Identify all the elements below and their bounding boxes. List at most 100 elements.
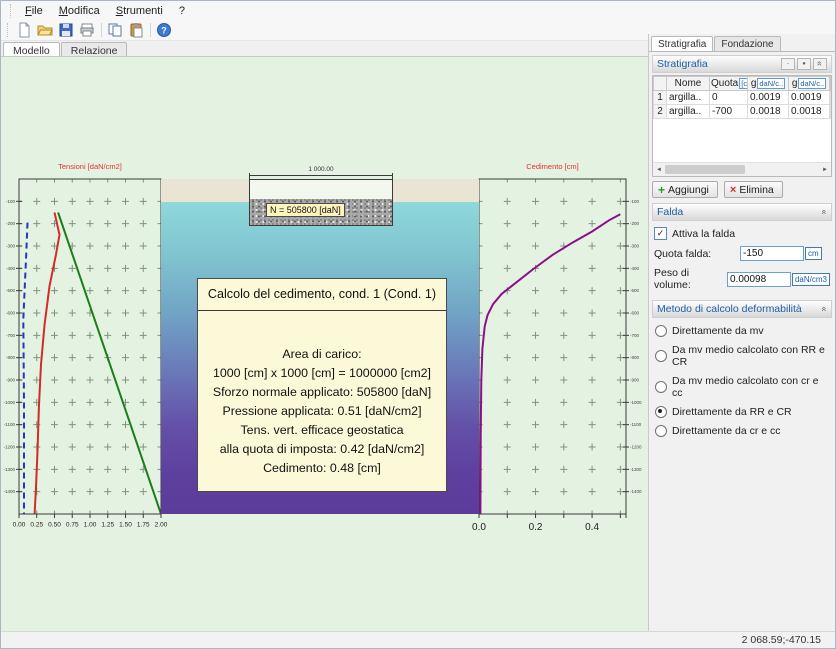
side-panel-body: Stratigrafia - ● « NomeQuota[cm]gdaN/c..… bbox=[649, 51, 835, 437]
dash-icon: - bbox=[787, 61, 789, 67]
cursor-coordinates: 2 068.59;-470.15 bbox=[742, 634, 821, 646]
table-cell[interactable]: 0.0018 bbox=[748, 105, 789, 119]
stratigrafia-table-area: NomeQuota[cm]gdaN/c..gdaN/c..OCR1argilla… bbox=[652, 75, 832, 177]
svg-text:0.0: 0.0 bbox=[472, 522, 486, 533]
svg-text:-1200: -1200 bbox=[3, 445, 15, 450]
svg-text:-1400: -1400 bbox=[630, 489, 642, 494]
column-header[interactable]: Quota[cm] bbox=[710, 77, 748, 91]
column-header[interactable]: Nome bbox=[667, 77, 710, 91]
peso-volume-unit: daN/cm3 bbox=[792, 273, 830, 286]
table-cell[interactable]: argilla.. bbox=[667, 91, 710, 105]
help-button[interactable]: ? bbox=[154, 21, 175, 40]
table-cell[interactable]: 0.0018 bbox=[789, 105, 830, 119]
svg-text:-800: -800 bbox=[6, 355, 16, 360]
attiva-falda-checkbox[interactable]: ✓ bbox=[654, 227, 667, 240]
column-header[interactable]: gdaN/c.. bbox=[748, 77, 789, 91]
radio-label: Da mv medio calcolato con RR e CR bbox=[672, 344, 829, 368]
table-cell[interactable]: 0.0019 bbox=[748, 91, 789, 105]
svg-text:?: ? bbox=[161, 26, 167, 36]
menu-bar: File Modifica Strumenti ? bbox=[1, 1, 835, 20]
aggiungi-button[interactable]: + Aggiungi bbox=[652, 181, 718, 198]
open-file-button[interactable] bbox=[35, 21, 56, 40]
result-line: Pressione applicata: 0.51 [daN/cm2] bbox=[198, 402, 446, 421]
svg-text:-300: -300 bbox=[630, 244, 640, 249]
save-button[interactable] bbox=[56, 21, 77, 40]
toolbar-separator bbox=[150, 23, 151, 37]
metodo-section-header[interactable]: Metodo di calcolo deformabilità « bbox=[652, 300, 832, 318]
scroll-left-icon[interactable]: ◄ bbox=[653, 167, 665, 173]
table-row: 1argilla..00.00190.00195.00 bbox=[654, 91, 831, 105]
radio-da-mv-medio-rr-cr[interactable]: Da mv medio calcolato con RR e CR bbox=[655, 344, 829, 368]
svg-text:0.75: 0.75 bbox=[66, 522, 79, 529]
menu-strumenti[interactable]: Strumenti bbox=[108, 3, 171, 19]
falda-section-header[interactable]: Falda « bbox=[652, 203, 832, 221]
table-buttons-row: + Aggiungi × Elimina bbox=[652, 181, 832, 198]
aggiungi-label: Aggiungi bbox=[668, 184, 709, 196]
paste-button[interactable] bbox=[126, 21, 147, 40]
copy-button[interactable] bbox=[105, 21, 126, 40]
new-document-button[interactable] bbox=[14, 21, 35, 40]
grid-option-button-2[interactable]: ● bbox=[797, 58, 811, 70]
scroll-right-icon[interactable]: ► bbox=[819, 167, 831, 173]
svg-text:2.00: 2.00 bbox=[155, 522, 168, 529]
quota-falda-input[interactable] bbox=[740, 246, 804, 261]
svg-text:-700: -700 bbox=[6, 333, 16, 338]
radio-da-mv-medio-cr-cc[interactable]: Da mv medio calcolato con cr e cc bbox=[655, 375, 829, 399]
tab-stratigrafia[interactable]: Stratigrafia bbox=[651, 36, 713, 51]
svg-text:-300: -300 bbox=[6, 244, 16, 249]
toolbar-grip bbox=[10, 4, 14, 18]
stratigrafia-section-title: Stratigrafia bbox=[657, 58, 708, 70]
radio-icon bbox=[655, 406, 667, 418]
table-cell[interactable]: argilla.. bbox=[667, 105, 710, 119]
radio-label: Da mv medio calcolato con cr e cc bbox=[672, 375, 829, 399]
svg-text:1.75: 1.75 bbox=[137, 522, 150, 529]
table-cell[interactable]: 1.00 bbox=[830, 105, 831, 119]
collapse-stratigrafia-button[interactable]: « bbox=[813, 58, 827, 70]
dimension-line bbox=[249, 175, 393, 176]
svg-text:0.4: 0.4 bbox=[585, 522, 599, 533]
column-header[interactable] bbox=[654, 77, 667, 91]
paste-icon bbox=[128, 22, 144, 38]
new-document-icon bbox=[16, 22, 32, 38]
collapse-metodo-icon[interactable]: « bbox=[819, 306, 829, 311]
table-cell[interactable]: 1 bbox=[654, 91, 667, 105]
result-box-title: Calcolo del cedimento, cond. 1 (Cond. 1) bbox=[198, 279, 446, 311]
table-cell[interactable]: 0 bbox=[710, 91, 748, 105]
svg-text:1.00: 1.00 bbox=[84, 522, 97, 529]
dot-icon: ● bbox=[802, 61, 806, 67]
radio-direttamente-da-rr-cr[interactable]: Direttamente da RR e CR bbox=[655, 406, 829, 418]
cedimento-chart-title: Cedimento [cm] bbox=[479, 162, 626, 171]
print-button[interactable] bbox=[77, 21, 98, 40]
svg-text:-200: -200 bbox=[630, 221, 640, 226]
scrollbar-thumb[interactable] bbox=[665, 165, 745, 174]
calculation-result-box: Calcolo del cedimento, cond. 1 (Cond. 1)… bbox=[197, 278, 447, 492]
table-cell[interactable]: 2 bbox=[654, 105, 667, 119]
menu-file[interactable]: File bbox=[17, 3, 51, 19]
table-cell[interactable]: 0.0019 bbox=[789, 91, 830, 105]
column-header[interactable]: OCR bbox=[830, 77, 831, 91]
side-panel: Stratigrafia Fondazione Stratigrafia - ●… bbox=[648, 34, 835, 631]
radio-direttamente-da-cr-cc[interactable]: Direttamente da cr e cc bbox=[655, 425, 829, 437]
menu-modifica[interactable]: Modifica bbox=[51, 3, 108, 19]
elimina-label: Elimina bbox=[739, 184, 773, 196]
quota-falda-unit: cm bbox=[805, 247, 822, 260]
tab-fondazione[interactable]: Fondazione bbox=[714, 36, 780, 51]
elimina-button[interactable]: × Elimina bbox=[724, 181, 783, 198]
peso-volume-input[interactable] bbox=[727, 272, 791, 287]
result-line: 1000 [cm] x 1000 [cm] = 1000000 [cm2] bbox=[198, 364, 446, 383]
stratigrafia-section-header[interactable]: Stratigrafia - ● « bbox=[652, 55, 832, 73]
radio-label: Direttamente da cr e cc bbox=[672, 425, 781, 437]
table-cell[interactable]: 5.00 bbox=[830, 91, 831, 105]
app-window: File Modifica Strumenti ? ? Modello bbox=[0, 0, 836, 649]
collapse-falda-icon[interactable]: « bbox=[819, 209, 829, 214]
result-line: Sforzo normale applicato: 505800 [daN] bbox=[198, 383, 446, 402]
table-horizontal-scrollbar[interactable]: ◄ ► bbox=[653, 162, 831, 176]
radio-direttamente-da-mv[interactable]: Direttamente da mv bbox=[655, 325, 829, 337]
falda-section-title: Falda bbox=[657, 206, 683, 218]
menu-help[interactable]: ? bbox=[171, 3, 193, 19]
grid-option-button[interactable]: - bbox=[781, 58, 795, 70]
table-cell[interactable]: -700 bbox=[710, 105, 748, 119]
radio-icon bbox=[655, 325, 667, 337]
column-header[interactable]: gdaN/c.. bbox=[789, 77, 830, 91]
result-line: Cedimento: 0.48 [cm] bbox=[198, 459, 446, 478]
